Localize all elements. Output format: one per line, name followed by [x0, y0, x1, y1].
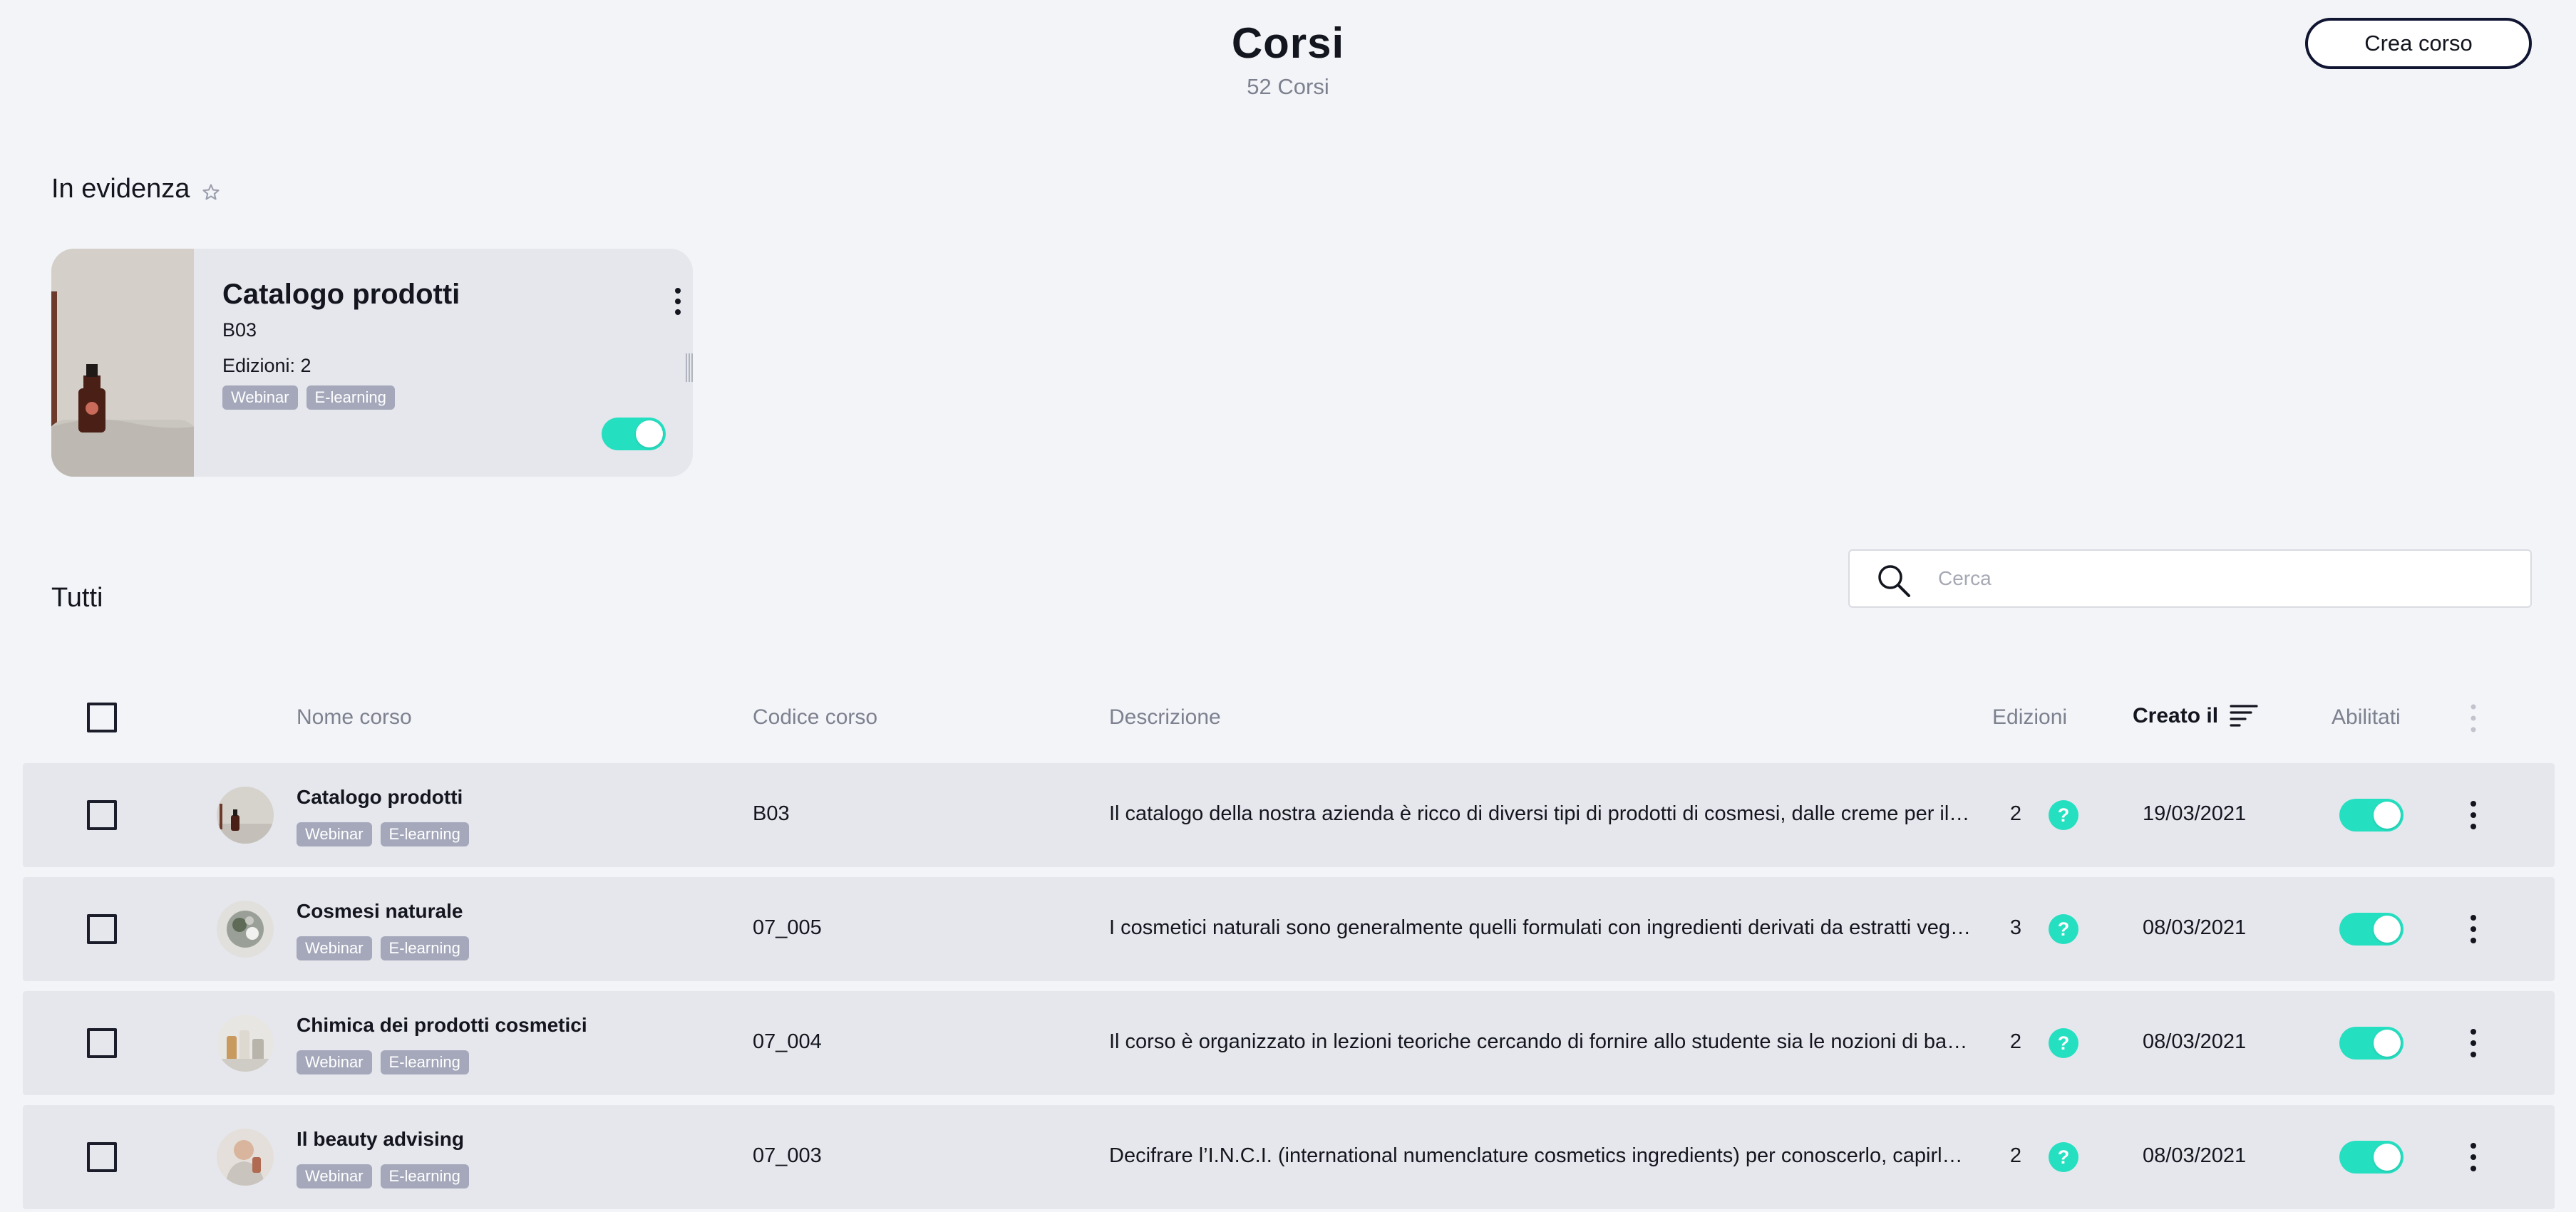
featured-course-code: B03 — [222, 319, 257, 341]
course-count: 52 Corsi — [1247, 74, 1329, 99]
course-tags: Webinar E-learning — [297, 822, 469, 846]
page-header: Corsi 52 Corsi Crea corso — [0, 0, 2576, 121]
course-description: Il corso è organizzato in lezioni teoric… — [1109, 1030, 1972, 1053]
course-description: Il catalogo della nostra azienda è ricco… — [1109, 802, 1972, 825]
help-icon[interactable]: ? — [2049, 800, 2078, 830]
featured-course-editions: Edizioni: 2 — [222, 355, 311, 376]
course-created-date: 08/03/2021 — [2143, 1144, 2247, 1167]
more-vertical-icon[interactable] — [670, 286, 686, 317]
course-code: 07_004 — [753, 1030, 822, 1053]
select-all-checkbox[interactable] — [87, 703, 117, 732]
row-checkbox[interactable] — [87, 914, 117, 944]
column-header-name[interactable]: Nome corso — [297, 705, 412, 730]
toggle-knob — [2374, 916, 2401, 943]
more-vertical-icon[interactable] — [2468, 1140, 2479, 1174]
search-icon — [1878, 565, 1910, 597]
course-editions: 2 — [2009, 802, 2022, 825]
star-outline-icon[interactable] — [201, 182, 221, 202]
column-header-code[interactable]: Codice corso — [753, 705, 877, 730]
help-icon[interactable]: ? — [2049, 1028, 2078, 1058]
row-checkbox[interactable] — [87, 800, 117, 830]
tag-e-learning: E-learning — [380, 1164, 469, 1188]
help-icon[interactable]: ? — [2049, 1142, 2078, 1172]
page-title: Corsi — [1231, 19, 1345, 67]
toggle-knob — [636, 420, 663, 447]
tag-e-learning: E-learning — [306, 385, 395, 410]
featured-course-card[interactable]: Catalogo prodotti B03 Edizioni: 2 Webina… — [51, 249, 693, 477]
tag-webinar: Webinar — [297, 822, 372, 846]
tag-webinar: Webinar — [297, 1050, 372, 1074]
course-thumbnail-image — [51, 249, 194, 477]
tag-webinar: Webinar — [222, 385, 298, 410]
course-editions: 3 — [2009, 916, 2022, 939]
toggle-knob — [2374, 802, 2401, 829]
course-thumbnail-image — [217, 901, 274, 958]
featured-course-title: Catalogo prodotti — [222, 279, 460, 310]
course-name[interactable]: Cosmesi naturale — [297, 900, 463, 923]
course-code: B03 — [753, 802, 790, 825]
course-created-date: 08/03/2021 — [2143, 916, 2247, 939]
column-header-created[interactable]: Creato il — [2133, 704, 2218, 728]
tag-webinar: Webinar — [297, 936, 372, 960]
tag-e-learning: E-learning — [380, 1050, 469, 1074]
help-icon[interactable]: ? — [2049, 914, 2078, 944]
course-editions: 2 — [2009, 1030, 2022, 1053]
sort-descending-icon[interactable] — [2230, 703, 2258, 729]
row-checkbox[interactable] — [87, 1142, 117, 1172]
course-description: Decifrare l’I.N.C.I. (international nume… — [1109, 1144, 1972, 1167]
create-course-button[interactable]: Crea corso — [2305, 18, 2532, 69]
table-row[interactable]: Chimica dei prodotti cosmetici Webinar E… — [23, 991, 2555, 1095]
course-enabled-toggle[interactable] — [2339, 913, 2404, 946]
column-header-enabled[interactable]: Abilitati — [2332, 705, 2401, 730]
featured-section-title: In evidenza — [51, 174, 190, 204]
tag-e-learning: E-learning — [380, 936, 469, 960]
featured-course-tags: Webinar E-learning — [222, 385, 395, 410]
course-code: 07_003 — [753, 1144, 822, 1167]
table-row[interactable]: Catalogo prodotti Webinar E-learning B03… — [23, 763, 2555, 867]
more-vertical-icon[interactable] — [2468, 1026, 2479, 1060]
row-checkbox[interactable] — [87, 1028, 117, 1058]
course-name[interactable]: Chimica dei prodotti cosmetici — [297, 1014, 587, 1037]
course-code: 07_005 — [753, 916, 822, 939]
tag-e-learning: E-learning — [380, 822, 469, 846]
columns-menu-icon[interactable] — [2468, 703, 2479, 734]
course-enabled-toggle[interactable] — [2339, 1027, 2404, 1060]
course-thumbnail-image — [217, 1015, 274, 1072]
course-thumbnail-image — [217, 787, 274, 844]
all-courses-section-title: Tutti — [51, 583, 103, 613]
featured-enabled-toggle[interactable] — [602, 418, 666, 450]
course-created-date: 19/03/2021 — [2143, 802, 2247, 825]
table-row[interactable]: Cosmesi naturale Webinar E-learning 07_0… — [23, 877, 2555, 981]
course-editions: 2 — [2009, 1144, 2022, 1167]
toggle-knob — [2374, 1030, 2401, 1057]
table-row[interactable]: Il beauty advising Webinar E-learning 07… — [23, 1105, 2555, 1209]
course-tags: Webinar E-learning — [297, 1164, 469, 1188]
course-tags: Webinar E-learning — [297, 936, 469, 960]
course-created-date: 08/03/2021 — [2143, 1030, 2247, 1053]
drag-handle-icon[interactable] — [684, 352, 693, 383]
search-input[interactable] — [1938, 561, 2508, 596]
course-name[interactable]: Il beauty advising — [297, 1128, 464, 1151]
more-vertical-icon[interactable] — [2468, 912, 2479, 946]
course-tags: Webinar E-learning — [297, 1050, 469, 1074]
search-box[interactable] — [1848, 549, 2532, 608]
column-header-editions[interactable]: Edizioni — [1992, 705, 2067, 730]
tag-webinar: Webinar — [297, 1164, 372, 1188]
more-vertical-icon[interactable] — [2468, 798, 2479, 832]
course-thumbnail-image — [217, 1129, 274, 1186]
course-description: I cosmetici naturali sono generalmente q… — [1109, 916, 1972, 939]
course-name[interactable]: Catalogo prodotti — [297, 786, 463, 809]
course-enabled-toggle[interactable] — [2339, 799, 2404, 832]
toggle-knob — [2374, 1144, 2401, 1171]
course-enabled-toggle[interactable] — [2339, 1141, 2404, 1174]
column-header-description[interactable]: Descrizione — [1109, 705, 1221, 730]
